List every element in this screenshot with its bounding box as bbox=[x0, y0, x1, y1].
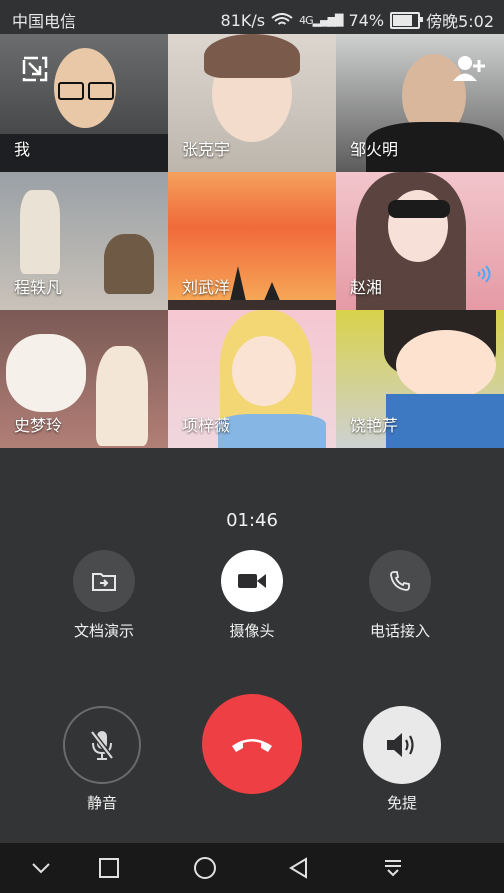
phone-join-circle[interactable] bbox=[369, 550, 431, 612]
battery-icon bbox=[390, 11, 424, 29]
participant-grid: 我 张克宇 邹火明 程轶凡 刘武洋 赵湘 史梦玲 项梓薇 饶艳芹 bbox=[0, 34, 504, 448]
speaking-indicator-icon bbox=[477, 265, 491, 283]
participant-name: 史梦玲 bbox=[14, 416, 63, 435]
wifi-icon bbox=[271, 13, 293, 25]
participant-tile[interactable]: 史梦玲 bbox=[0, 310, 168, 448]
participant-name: 刘武洋 bbox=[182, 278, 231, 297]
phone-icon bbox=[390, 571, 410, 591]
participant-name: 赵湘 bbox=[350, 278, 383, 297]
participant-tile[interactable]: 我 bbox=[0, 34, 168, 172]
camera-label: 摄像头 bbox=[229, 622, 275, 640]
participant-tile[interactable]: 刘武洋 bbox=[168, 172, 336, 310]
add-user-icon[interactable] bbox=[452, 54, 486, 82]
nav-collapse-icon[interactable] bbox=[26, 853, 56, 883]
participant-name: 饶艳芹 bbox=[350, 416, 399, 435]
doc-share-button[interactable]: 文档演示 bbox=[44, 550, 164, 641]
battery-percent: 74% bbox=[348, 10, 385, 30]
signal-icon: 4G▂▄▆█ bbox=[299, 13, 343, 27]
clock: 傍晚5:02 bbox=[426, 12, 494, 31]
participant-name: 我 bbox=[14, 140, 31, 159]
mute-circle[interactable] bbox=[63, 706, 141, 784]
participant-avatar bbox=[6, 334, 86, 412]
camera-circle[interactable] bbox=[221, 550, 283, 612]
folder-share-icon bbox=[92, 573, 116, 591]
status-right: 81K/s 4G▂▄▆█ 74% 傍晚5:02 bbox=[221, 8, 494, 32]
participant-tile[interactable]: 饶艳芹 bbox=[336, 310, 504, 448]
speaker-circle[interactable] bbox=[363, 706, 441, 784]
speaker-icon bbox=[387, 733, 414, 757]
phone-join-label: 电话接入 bbox=[369, 622, 430, 640]
participant-name: 邹火明 bbox=[350, 140, 399, 159]
doc-share-circle[interactable] bbox=[73, 550, 135, 612]
system-nav-bar bbox=[0, 843, 504, 893]
minimize-window-icon[interactable] bbox=[22, 56, 48, 82]
network-speed: 81K/s bbox=[220, 10, 266, 30]
mute-button[interactable]: 静音 bbox=[42, 706, 162, 813]
mute-label: 静音 bbox=[86, 794, 117, 812]
call-timer: 01:46 bbox=[226, 510, 278, 531]
nav-back-icon[interactable] bbox=[284, 853, 314, 883]
phone-join-button[interactable]: 电话接入 bbox=[340, 550, 460, 641]
participant-tile[interactable]: 赵湘 bbox=[336, 172, 504, 310]
mic-off-icon bbox=[90, 730, 114, 760]
hang-up-icon bbox=[232, 739, 272, 752]
doc-share-label: 文档演示 bbox=[73, 622, 134, 640]
carrier-name: 中国电信 bbox=[12, 12, 77, 31]
nav-recents-icon[interactable] bbox=[94, 853, 124, 883]
participant-name: 项梓薇 bbox=[182, 416, 231, 435]
hang-up-button[interactable] bbox=[192, 694, 312, 802]
participant-tile[interactable]: 邹火明 bbox=[336, 34, 504, 172]
nav-home-icon[interactable] bbox=[190, 853, 220, 883]
camera-button[interactable]: 摄像头 bbox=[192, 550, 312, 641]
speaker-button[interactable]: 免提 bbox=[342, 706, 462, 813]
participant-tile[interactable]: 项梓薇 bbox=[168, 310, 336, 448]
status-bar: 中国电信 81K/s 4G▂▄▆█ 74% 傍晚5:02 bbox=[0, 0, 504, 34]
video-camera-icon bbox=[238, 574, 266, 588]
participant-tile[interactable]: 程轶凡 bbox=[0, 172, 168, 310]
participant-video bbox=[20, 190, 60, 274]
call-controls: 01:46 文档演示 摄像头 电话接入 静音 免提 bbox=[0, 448, 504, 843]
hang-up-circle[interactable] bbox=[202, 694, 302, 794]
speaker-label: 免提 bbox=[386, 794, 417, 812]
participant-name: 张克宇 bbox=[182, 140, 231, 159]
participant-tile[interactable]: 张克宇 bbox=[168, 34, 336, 172]
participant-name: 程轶凡 bbox=[14, 278, 63, 297]
nav-notification-icon[interactable] bbox=[378, 853, 408, 883]
